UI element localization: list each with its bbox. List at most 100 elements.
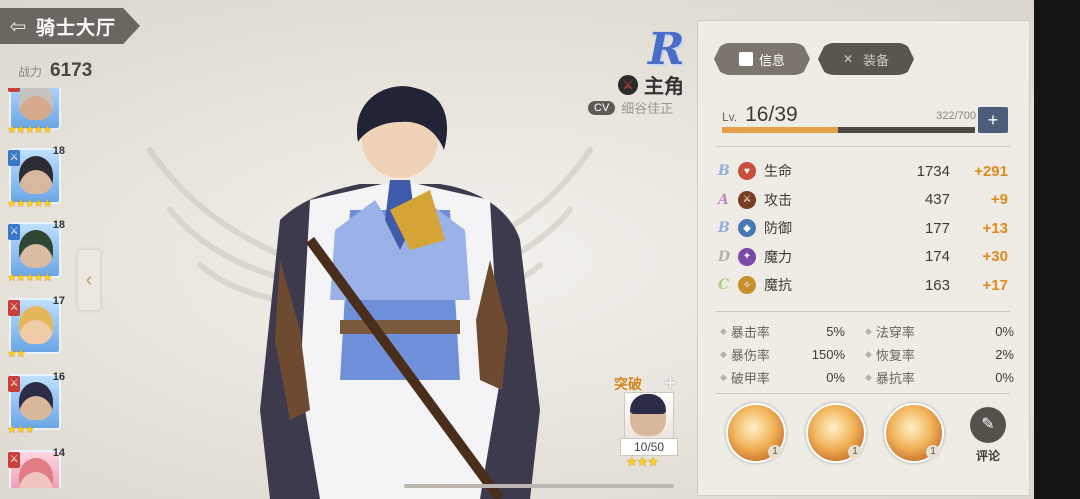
stat-bonus: +9 xyxy=(990,191,1008,209)
breakthrough-widget[interactable]: 突破 + 10/50 ★★★ xyxy=(614,370,686,472)
voice-actor-name: 细谷佳正 xyxy=(621,101,674,116)
panel-tabs: 信息 ✕ 装备 xyxy=(714,43,914,75)
portrait-face xyxy=(19,230,53,268)
skill-sword-icon[interactable]: 1 xyxy=(806,403,866,463)
tab-info-label: 信息 xyxy=(758,52,785,68)
sub-stat: ◆ 暴伤率 150% xyxy=(720,345,865,364)
bullet-icon: ◆ xyxy=(720,326,727,336)
rarity-stars: ★★★★★ xyxy=(7,272,52,284)
stat-grade: B xyxy=(718,220,730,237)
character-roster[interactable]: ⚔ ★★★★★ ⚔ 18 ★★★★★ ⚔ 18 ★★★★★ ⚔ 17 ★★ ⚔ … xyxy=(5,88,69,488)
level-prefix: Lv. xyxy=(722,110,738,124)
stat-bonus: +291 xyxy=(974,162,1008,180)
bullet-icon: ◆ xyxy=(865,372,872,382)
stat-name: 生命 xyxy=(764,163,792,180)
stat-name: 攻击 xyxy=(764,191,792,208)
sub-stat-value: 0% xyxy=(826,370,845,385)
stat-value: 437 xyxy=(924,191,950,209)
stat-value: 163 xyxy=(924,276,950,294)
character-name: ⚔ 主角 xyxy=(618,70,684,99)
rarity-stars: ★★★★★ xyxy=(7,124,52,136)
comment-label: 评论 xyxy=(975,449,1000,463)
sword-icon: ⚔ xyxy=(8,300,20,316)
sub-stat-value: 2% xyxy=(995,347,1014,362)
exp-bar xyxy=(722,127,975,133)
sword-icon: ⚔ xyxy=(8,452,20,468)
bullet-icon: ◆ xyxy=(865,326,872,336)
sub-stats: ◆ 暴击率 5% ◆ 法穿率 0% ◆ 暴伤率 150% ◆ 恢复率 2% ◆ 破甲率 0% ◆ 暴抗… xyxy=(720,320,1014,389)
sub-stat: ◆ 暴击率 5% xyxy=(720,322,865,341)
rarity-stars: ★★★★★ xyxy=(7,198,52,210)
stat-name: 魔力 xyxy=(764,248,792,265)
rarity-badge: R xyxy=(648,24,685,75)
sub-stat-name: 暴击率 xyxy=(730,325,770,340)
home-indicator[interactable] xyxy=(404,484,674,488)
divider xyxy=(716,393,1010,394)
portrait-face xyxy=(19,88,53,120)
stat-value: 177 xyxy=(924,219,950,237)
shield-icon: ◆ xyxy=(738,219,756,238)
comment-button[interactable]: ✎ 评论 xyxy=(968,407,1008,467)
character-name-text: 主角 xyxy=(644,76,684,98)
battle-power-label: 战力 xyxy=(18,65,43,79)
stat-row-hp: B ♥ 生命 1734 +291 xyxy=(718,157,1010,186)
level-up-button[interactable]: + xyxy=(978,107,1008,133)
level-value: 16/39 xyxy=(745,103,798,126)
sub-stat: ◆ 法穿率 0% xyxy=(865,322,1014,341)
card-level: 16 xyxy=(52,371,65,383)
sword-icon: ⚔ xyxy=(8,376,20,392)
breakthrough-label: 突破 xyxy=(614,376,642,392)
sub-stat-value: 5% xyxy=(826,324,845,339)
stat-row-attack: A ⚔ 攻击 437 +9 xyxy=(718,186,1010,215)
back-arrow-icon[interactable]: ⇦ xyxy=(6,14,30,39)
stat-grade: B xyxy=(718,163,730,180)
breakthrough-stars: ★★★ xyxy=(626,454,659,469)
sword-icon: ⚔ xyxy=(8,150,20,166)
battle-power: 战力 6173 xyxy=(18,60,92,82)
magic-resist-icon: ✧ xyxy=(738,276,756,295)
skill-level: 1 xyxy=(768,445,782,459)
sub-stat-value: 0% xyxy=(995,370,1014,385)
hall-title-tab[interactable]: ⇦ 骑士大厅 xyxy=(0,8,140,44)
skill-level: 1 xyxy=(926,445,940,459)
portrait-face xyxy=(19,306,53,344)
tab-equipment[interactable]: ✕ 装备 xyxy=(818,43,914,75)
card-level: 18 xyxy=(52,145,65,157)
sword-class-icon: ⚔ xyxy=(618,74,638,95)
skill-handshake-icon[interactable]: 1 xyxy=(884,403,944,463)
battle-power-value: 6173 xyxy=(50,60,93,81)
sub-stat-name: 法穿率 xyxy=(875,325,915,340)
roster-card[interactable]: ⚔ 14 xyxy=(5,447,65,488)
page-title: 骑士大厅 xyxy=(36,17,117,39)
device-bezel xyxy=(1034,0,1080,499)
collapse-roster-handle[interactable]: ‹ xyxy=(78,250,100,310)
pen-icon: ✎ xyxy=(970,407,1006,443)
stat-bonus: +30 xyxy=(982,248,1008,266)
card-level: 18 xyxy=(52,219,65,231)
bullet-icon: ◆ xyxy=(720,372,727,382)
voice-actor: CV 细谷佳正 xyxy=(588,98,673,117)
stat-grade: D xyxy=(718,248,731,265)
sub-stat-row: ◆ 暴伤率 150% ◆ 恢复率 2% xyxy=(720,343,1014,366)
roster-card[interactable]: ⚔ ★★★★★ xyxy=(5,88,65,144)
stat-bonus: +13 xyxy=(982,219,1008,237)
tab-info[interactable]: 信息 xyxy=(714,43,810,75)
roster-card[interactable]: ⚔ 18 ★★★★★ xyxy=(5,145,65,218)
roster-card[interactable]: ⚔ 18 ★★★★★ xyxy=(5,219,65,292)
sub-stat: ◆ 暴抗率 0% xyxy=(865,368,1014,387)
sword-icon: ⚔ xyxy=(8,88,20,92)
stat-bonus: +17 xyxy=(982,276,1008,294)
cv-tag: CV xyxy=(588,100,616,115)
roster-card[interactable]: ⚔ 17 ★★ xyxy=(5,295,65,368)
stats-list: B ♥ 生命 1734 +291 A ⚔ 攻击 437 +9 B ◆ 防御 17… xyxy=(718,157,1010,300)
character-illustration xyxy=(260,86,540,499)
stat-value: 174 xyxy=(924,248,950,266)
sub-stat: ◆ 恢复率 2% xyxy=(865,345,1014,364)
sub-stat-row: ◆ 破甲率 0% ◆ 暴抗率 0% xyxy=(720,366,1014,389)
portrait-face xyxy=(19,382,53,420)
tab-equipment-label: 装备 xyxy=(862,52,889,68)
stat-name: 魔抗 xyxy=(764,277,792,294)
skill-shield-icon[interactable]: 1 xyxy=(726,403,786,463)
sub-stat-value: 150% xyxy=(811,347,845,362)
roster-card[interactable]: ⚔ 16 ★★★ xyxy=(5,371,65,444)
